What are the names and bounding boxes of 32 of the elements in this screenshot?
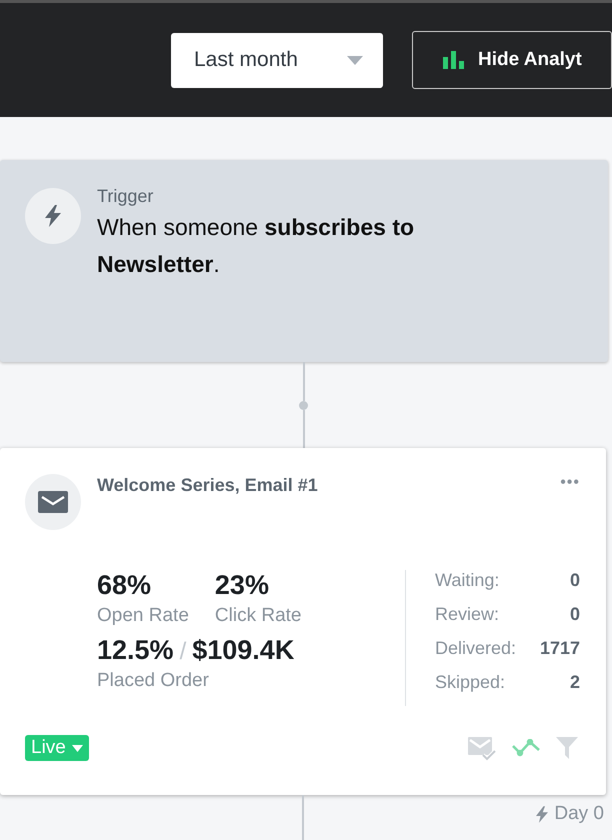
count-value: 0 <box>570 604 580 625</box>
lightning-icon <box>536 806 548 822</box>
caret-icon <box>72 744 83 752</box>
email-card[interactable]: Welcome Series, Email #1 ••• 68% Open Rate 23% Click Rate 12.5% / $109.4K Placed Order Waiting: 0 Review: 0 Delivered: 1717 Skipped: 2 Live <box>0 448 606 795</box>
date-range-dropdown[interactable]: Last month <box>171 32 383 88</box>
order-percent: 12.5% <box>97 635 174 666</box>
email-title: Welcome Series, Email #1 <box>97 475 318 496</box>
count-label: Waiting: <box>435 570 500 591</box>
trigger-label: Trigger <box>97 186 154 207</box>
count-label: Skipped: <box>435 672 506 693</box>
trend-line-icon[interactable] <box>512 739 540 757</box>
trigger-card[interactable]: Trigger When someone subscribes to Newsletter. <box>0 160 608 362</box>
delay-label: Day 0 <box>536 803 604 825</box>
email-check-icon[interactable] <box>468 735 496 761</box>
hide-analytics-button[interactable]: Hide Analyt <box>412 31 612 89</box>
count-value: 0 <box>570 570 580 591</box>
order-revenue: $109.4K <box>192 635 294 666</box>
stat-label: Open Rate <box>97 605 189 627</box>
stat-value: 23% <box>214 570 270 601</box>
count-label: Review: <box>435 604 500 625</box>
caret-icon <box>347 56 363 64</box>
filter-icon[interactable] <box>556 737 578 759</box>
count-value: 2 <box>570 672 580 693</box>
connector-line <box>302 795 304 840</box>
count-value: 1717 <box>540 638 580 659</box>
separator: / <box>180 638 186 666</box>
count-label: Delivered: <box>435 638 516 659</box>
stat-label: Click Rate <box>214 605 302 627</box>
bar-chart-icon <box>443 51 464 69</box>
stat-value: 68% <box>97 570 152 601</box>
stat-label: Placed Order <box>97 670 210 692</box>
trigger-description: When someone subscribes to Newsletter. <box>97 213 416 279</box>
